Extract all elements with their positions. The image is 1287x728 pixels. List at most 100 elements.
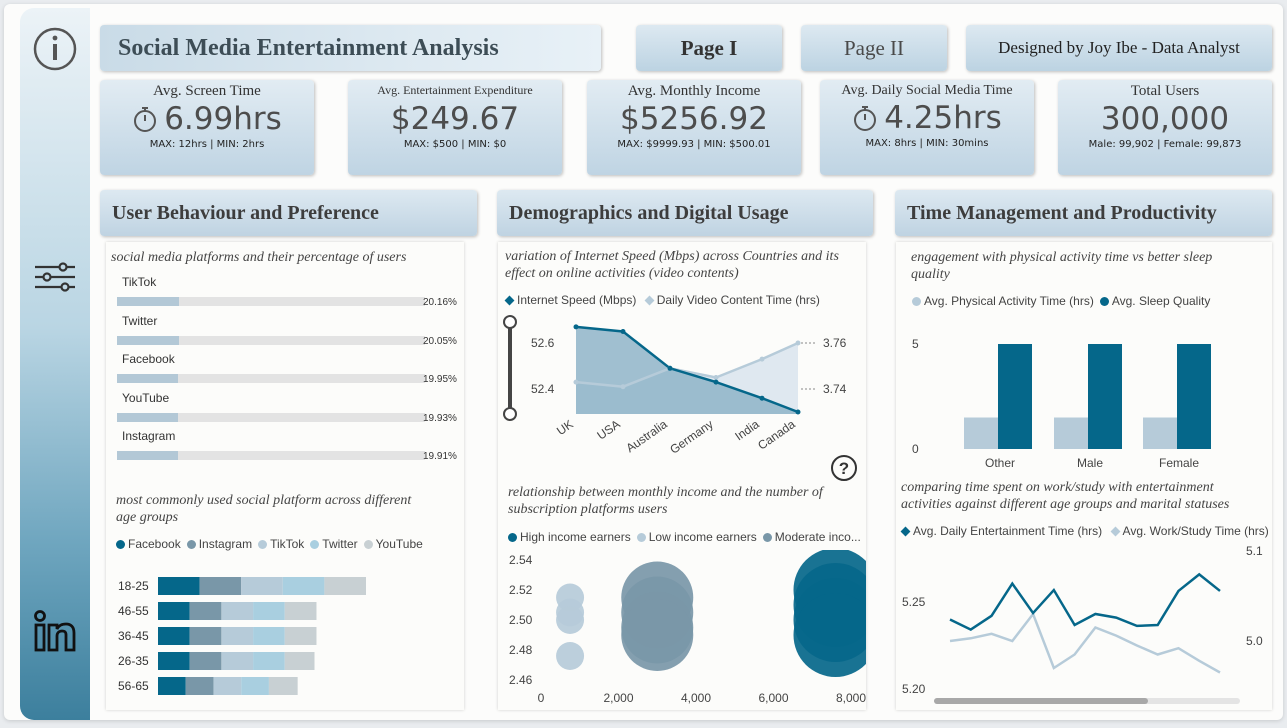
- help-icon[interactable]: ?: [830, 454, 858, 487]
- platform-bar-row[interactable]: TikTok 20.16%: [114, 275, 459, 308]
- filter-sliders-icon[interactable]: [20, 262, 90, 292]
- page-1-label: Page I: [680, 35, 738, 60]
- legend-marker: [310, 540, 320, 549]
- video-time-point: [713, 375, 719, 380]
- platform-label: TikTok: [122, 275, 157, 289]
- stacked-bar-segment: [158, 577, 200, 595]
- bar-sleep-quality: [1088, 344, 1122, 449]
- work-entertainment-chart: 5.25 5.20 5.1 5.0: [902, 544, 1263, 704]
- kpi-title: Avg. Monthly Income: [627, 83, 761, 99]
- page-2-button[interactable]: Page II: [801, 25, 947, 71]
- legend-item[interactable]: Low income earners: [636, 530, 757, 544]
- legend-marker: [900, 526, 911, 537]
- legend-item[interactable]: Instagram: [186, 537, 252, 551]
- legend-marker: [1110, 526, 1120, 537]
- legend-item[interactable]: High income earners: [508, 530, 631, 544]
- y-tick: 0: [912, 442, 919, 456]
- page-title-text: Social Media Entertainment Analysis: [118, 34, 499, 61]
- legend-marker: [762, 533, 772, 542]
- bar-physical-activity: [964, 417, 998, 449]
- range-slider-handle: [503, 315, 517, 329]
- y-tick: 2.52: [509, 583, 533, 597]
- stacked-bar-segment: [284, 602, 317, 620]
- kpi-title: Avg. Screen Time: [153, 83, 261, 99]
- platform-label: Facebook: [122, 352, 175, 366]
- panel-time-management: engagement with physical activity time v…: [896, 242, 1272, 710]
- kpi-value: $5256.92: [620, 101, 768, 137]
- legend-label: Low income earners: [648, 530, 757, 544]
- legend-item[interactable]: Moderate inco...: [762, 530, 861, 544]
- stacked-bar-segment: [199, 577, 242, 595]
- y-tick-left: 5.20: [902, 682, 926, 696]
- stacked-bar-segment: [253, 602, 285, 620]
- linkedin-icon[interactable]: [20, 608, 90, 654]
- kpi-card-total-users: Total Users 300,000 Male: 99,902 | Femal…: [1058, 80, 1272, 175]
- legend-label: Facebook: [128, 537, 181, 551]
- legend-marker: [116, 540, 125, 549]
- chart-title-age-groups: most commonly used social platform acros…: [116, 493, 412, 525]
- kpi-subtext: MAX: $9999.93 | MIN: $500.01: [617, 139, 771, 150]
- kpi-subtext: Male: 99,902 | Female: 99,873: [1088, 139, 1242, 150]
- stacked-bar-segment: [241, 577, 283, 595]
- x-tick: 2,000: [603, 691, 633, 705]
- internet-speed-chart: 52.652.43.763.74UK USA AustraliaGermany Ind…: [503, 315, 847, 457]
- legend-marker: [508, 533, 517, 542]
- age-group-label: 18-25: [118, 579, 149, 593]
- scrollbar-thumb[interactable]: [934, 698, 1148, 704]
- legend-item-video-time[interactable]: Daily Video Content Time (hrs): [644, 293, 820, 307]
- legend-marker: [186, 540, 196, 549]
- legend-label: Avg. Sleep Quality: [1111, 294, 1211, 308]
- y-tick: 2.46: [509, 673, 533, 687]
- legend-item-entertainment[interactable]: Avg. Daily Entertainment Time (hrs): [900, 524, 1102, 538]
- stopwatch-icon: [134, 107, 157, 132]
- stacked-bar-segment: [158, 652, 190, 670]
- legend-label: TikTok: [270, 537, 305, 551]
- legend-label: Twitter: [322, 537, 358, 551]
- kpi-value: $249.67: [390, 101, 520, 137]
- platform-label: YouTube: [122, 390, 170, 405]
- bar-value-label: 19.95%: [423, 374, 457, 385]
- stacked-bar-segment: [253, 627, 285, 645]
- legend-label: Avg. Work/Study Time (hrs): [1122, 524, 1269, 538]
- platform-bar-row[interactable]: Twitter 20.05%: [114, 313, 459, 347]
- legend-item[interactable]: Avg. Physical Activity Time (hrs): [912, 294, 1094, 308]
- kpi-value-row: 4.25hrs: [820, 100, 1034, 136]
- y-tick-right: 3.74: [823, 382, 847, 396]
- internet-speed-point: [620, 329, 626, 334]
- stacked-bar-segment: [284, 627, 317, 645]
- platform-bar-row[interactable]: YouTube 19.93%: [114, 390, 459, 424]
- platform-label: Twitter: [122, 313, 158, 328]
- y-tick-left: 52.6: [531, 336, 555, 350]
- sidebar: [20, 8, 90, 720]
- kpi-title: Avg. Daily Social Media Time: [841, 83, 1013, 98]
- kpi-title: Avg. Entertainment Expenditure: [377, 83, 533, 97]
- info-icon[interactable]: [20, 26, 90, 72]
- platform-label: Instagram: [122, 429, 176, 443]
- designer-credit-text: Designed by Joy Ibe - Data Analyst: [998, 38, 1240, 57]
- kpi-subtext: MAX: 8hrs | MIN: 30mins: [865, 138, 989, 149]
- bar-fill: [117, 374, 179, 383]
- legend-item[interactable]: Twitter: [310, 537, 358, 551]
- age-group-label: 56-65: [118, 679, 149, 693]
- legend-label: YouTube: [375, 537, 423, 551]
- legend-item[interactable]: TikTok: [258, 537, 304, 551]
- stopwatch-icon: [854, 106, 877, 131]
- page-1-button[interactable]: Page I: [636, 25, 782, 71]
- legend-item[interactable]: Avg. Sleep Quality: [1099, 294, 1211, 308]
- x-tick-country: UK: [554, 417, 576, 438]
- stacked-bar-segment: [158, 627, 190, 645]
- legend-item[interactable]: YouTube: [363, 537, 423, 551]
- income-subscriptions-chart: 2.54 2.52 2.50 2.48 2.46 0 2,000 4,000 6,000 8,00…: [509, 550, 866, 705]
- age-group-label: 26-35: [118, 654, 149, 668]
- page-2-label: Page II: [843, 35, 905, 60]
- legend-item-internet-speed[interactable]: Internet Speed (Mbps): [504, 293, 636, 307]
- legend-label: Moderate inco...: [774, 530, 861, 544]
- legend-item[interactable]: Facebook: [116, 537, 181, 551]
- bar-sleep-quality: [1177, 344, 1211, 449]
- section-header-time-management: Time Management and Productivity: [895, 190, 1272, 236]
- platform-bar-row[interactable]: Facebook 19.95%: [114, 352, 459, 385]
- legend-item-work-study[interactable]: Avg. Work/Study Time (hrs): [1110, 524, 1269, 538]
- platform-bar-row[interactable]: Instagram 19.91%: [114, 429, 459, 462]
- stacked-bar-segment: [324, 577, 366, 595]
- legend-marker: [912, 297, 921, 306]
